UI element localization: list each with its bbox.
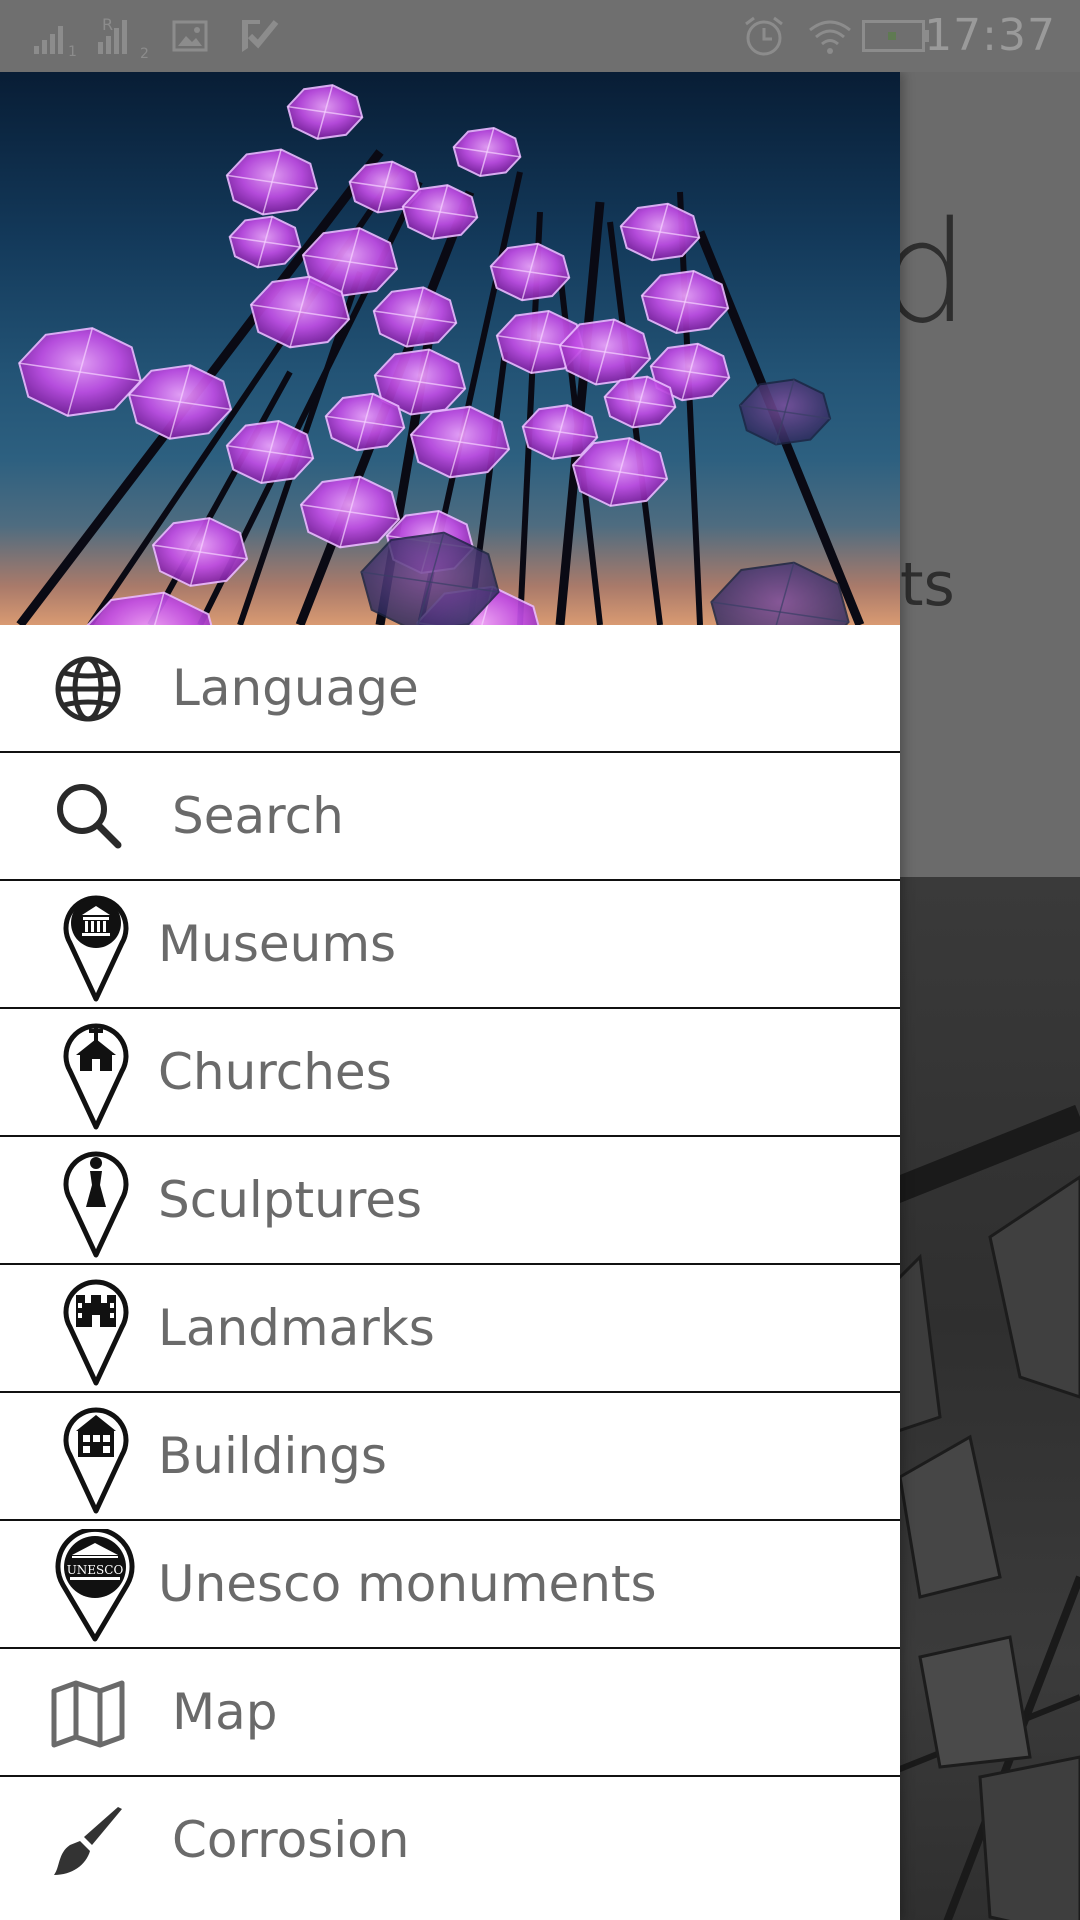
umbrella-pole [677, 191, 703, 625]
search-icon [57, 784, 122, 849]
umbrella-canopy [228, 215, 302, 269]
building-pin-icon [63, 1407, 129, 1514]
gallery-notification-icon [172, 20, 208, 52]
signal-sim2-icon: R 2 [98, 16, 149, 58]
sim2-roaming-label: R [102, 16, 113, 34]
umbrella-canopy [738, 378, 832, 446]
menu-item-corrosion[interactable]: Corrosion [0, 1777, 900, 1905]
status-bar: 1 R 2 17:37 [0, 0, 1080, 72]
menu-label-museums: Museums [158, 915, 397, 973]
wifi-icon [809, 20, 851, 54]
menu-item-language[interactable]: Language [0, 625, 900, 753]
umbrella-canopy [225, 419, 315, 485]
drawer-header-image [0, 72, 900, 625]
umbrella-canopy [86, 591, 213, 625]
globe-icon [55, 656, 121, 722]
menu-item-museums[interactable]: Museums [0, 881, 900, 1009]
museum-pin-icon [63, 895, 129, 1002]
menu-item-landmarks[interactable]: Landmarks [0, 1265, 900, 1393]
background-photo-card [880, 877, 1080, 1920]
menu-item-search[interactable]: Search [0, 753, 900, 881]
sim2-label: 2 [140, 46, 149, 58]
church-pin-icon [63, 1023, 129, 1130]
signal-sim1-icon: 1 [34, 26, 77, 56]
umbrella-canopy [286, 84, 364, 140]
umbrella-canopy [151, 517, 249, 587]
umbrella-canopy [640, 269, 730, 335]
menu-item-sculptures[interactable]: Sculptures [0, 1137, 900, 1265]
menu-item-buildings[interactable]: Buildings [0, 1393, 900, 1521]
alarm-icon [745, 16, 783, 56]
background-umbrellas-image [880, 1104, 1080, 1920]
landmark-pin-icon [63, 1279, 129, 1386]
menu-label-search: Search [172, 787, 344, 845]
umbrellas-photo [16, 84, 865, 625]
umbrella-canopy [401, 184, 479, 240]
map-icon [51, 1680, 125, 1748]
brush-icon [54, 1807, 122, 1875]
battery-icon [862, 20, 929, 52]
unesco-emblem-text: UNESCO [67, 1563, 124, 1577]
sculpture-pin-icon [63, 1151, 129, 1258]
sim1-label: 1 [68, 44, 77, 56]
menu-item-unesco-monuments[interactable]: UNESCO Unesco monuments [0, 1521, 900, 1649]
umbrella-canopy [710, 561, 850, 625]
drawer-menu: Language Search Museums Churches Sculptu… [0, 625, 900, 1905]
unesco-pin-icon: UNESCO [55, 1529, 135, 1642]
umbrella-canopy [489, 242, 571, 302]
menu-label-corrosion: Corrosion [172, 1811, 410, 1869]
umbrella-canopy [619, 202, 701, 262]
menu-item-map[interactable]: Map [0, 1649, 900, 1777]
umbrella-canopy [372, 286, 458, 348]
task-done-notification-icon [242, 20, 279, 52]
menu-label-unesco-monuments: Unesco monuments [158, 1555, 657, 1613]
app-screen: 1 R 2 17:37 d nts Language Search Museum… [0, 0, 1080, 1920]
umbrella-canopy [18, 327, 142, 417]
menu-label-map: Map [172, 1683, 278, 1741]
menu-item-churches[interactable]: Churches [0, 1009, 900, 1137]
umbrella-canopy [127, 364, 233, 440]
menu-label-churches: Churches [158, 1043, 392, 1101]
umbrella-canopy [225, 148, 319, 216]
umbrella-canopy [521, 404, 599, 460]
menu-label-buildings: Buildings [158, 1427, 387, 1485]
menu-label-language: Language [172, 659, 419, 717]
umbrella-canopy [324, 392, 406, 452]
umbrella-canopy [452, 126, 522, 178]
umbrella-canopy [299, 475, 401, 549]
menu-label-landmarks: Landmarks [158, 1299, 435, 1357]
menu-label-sculptures: Sculptures [158, 1171, 423, 1229]
umbrella-canopy [603, 375, 677, 429]
status-time: 17:37 [924, 10, 1056, 61]
navigation-drawer: Language Search Museums Churches Sculptu… [0, 72, 900, 1920]
